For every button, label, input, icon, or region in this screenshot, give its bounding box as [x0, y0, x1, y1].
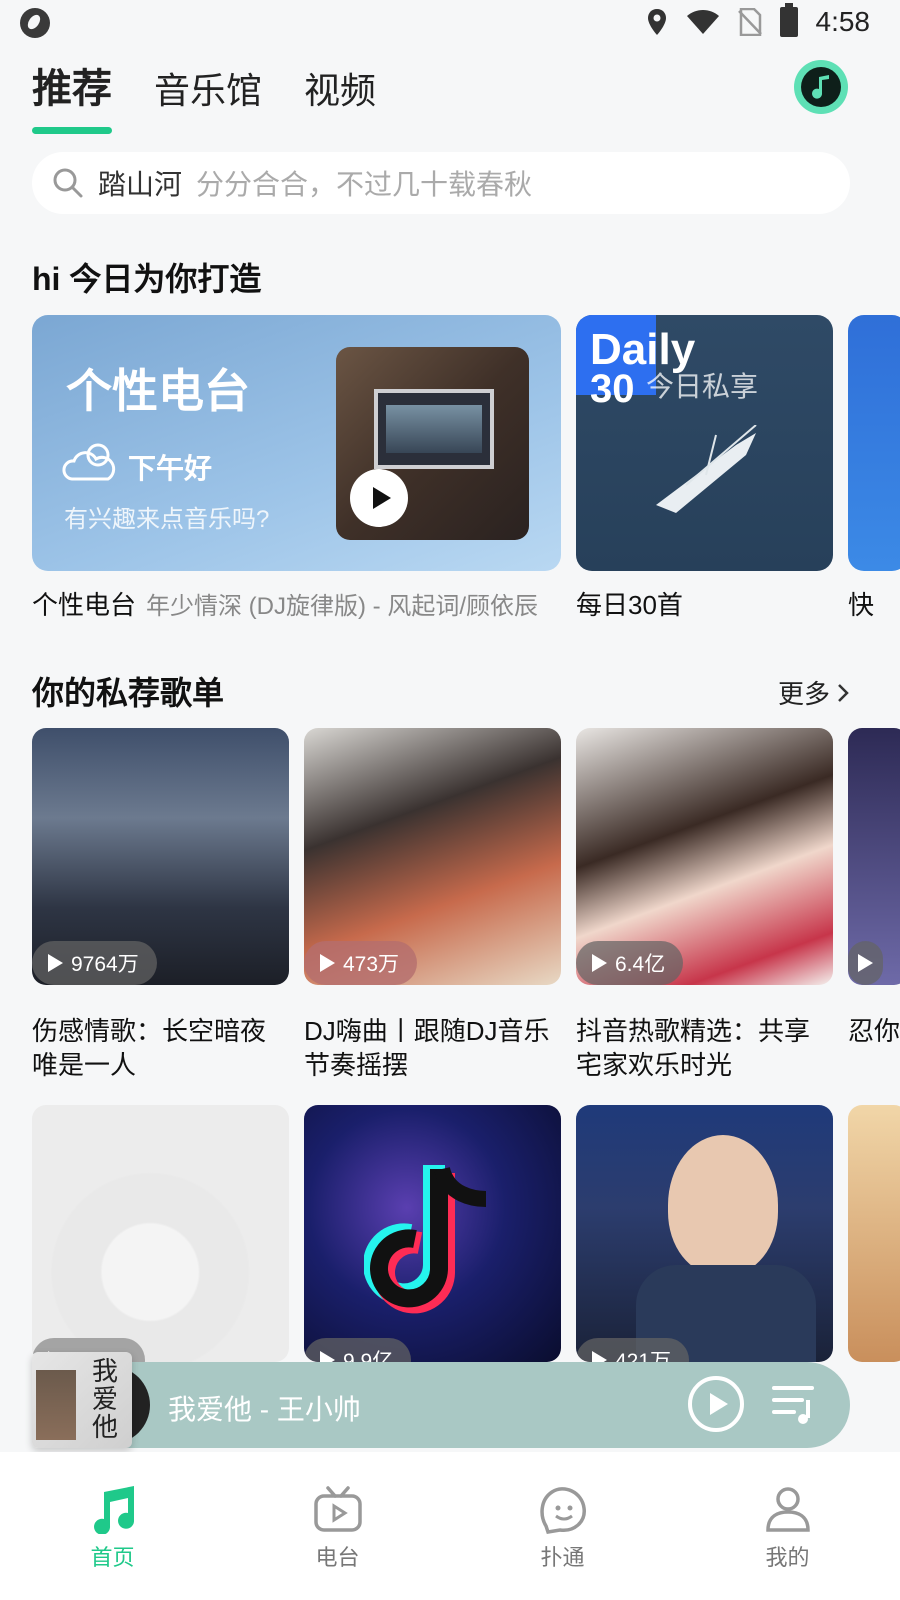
nav-item-mine[interactable]: 我的: [723, 1486, 853, 1572]
no-sim-icon: [737, 8, 762, 36]
cover-title-text: 我爱他: [92, 1357, 119, 1443]
now-playing-text: 我爱他 - 王小帅: [168, 1394, 361, 1425]
tab-video[interactable]: 视频: [304, 62, 376, 134]
playlist-cover-8[interactable]: [848, 1105, 900, 1362]
more-label: 更多: [777, 679, 830, 709]
nav-label: 首页: [90, 1545, 135, 1570]
playlist-title-2[interactable]: DJ嗨曲丨跟随DJ音乐节奏摇摆: [304, 1014, 561, 1082]
play-triangle-icon: [592, 954, 607, 972]
music-note-icon: [93, 1486, 134, 1534]
daily30-card[interactable]: Daily 30 今日私享: [576, 315, 833, 571]
playlist-cover-3[interactable]: 6.4亿: [576, 728, 833, 985]
status-time: 4:58: [815, 6, 871, 37]
playlist-cover-1[interactable]: 9764万: [32, 728, 289, 985]
playlist-cover-7[interactable]: 421万: [576, 1105, 833, 1362]
play-count-badge: 421万: [576, 1338, 690, 1362]
play-count-badge: 9.9亿: [304, 1338, 412, 1362]
playlist-title-1[interactable]: 伤感情歌：长空暗夜唯是一人: [32, 1014, 289, 1082]
radio-caption-sub: 年少情深 (DJ旋律版) - 风起词/顾依辰: [146, 593, 538, 620]
sailboat-image: [656, 425, 757, 513]
tab-music-hall[interactable]: 音乐馆: [154, 62, 262, 134]
search-hint: 分分合合，不过几十载春秋: [196, 169, 533, 200]
play-count-badge: 9764万: [32, 941, 157, 985]
tab-recommend[interactable]: 推荐: [32, 56, 112, 134]
play-count-badge: 473万: [304, 941, 418, 985]
playlist-title-4[interactable]: 忍你: [848, 1014, 900, 1082]
playlist-title-3[interactable]: 抖音热歌精选：共享宅家欢乐时光: [576, 1014, 833, 1082]
daily-badge-num: 30: [590, 367, 635, 411]
play-triangle-icon: [858, 954, 873, 972]
playlist-cover-4[interactable]: [848, 728, 900, 985]
radio-thumbnail: [336, 347, 529, 540]
daily-badge-cn: 今日私享: [646, 371, 759, 402]
search-icon: [53, 168, 83, 198]
playlist-cover-6[interactable]: 9.9亿: [304, 1105, 561, 1362]
play-count: 9764万: [71, 953, 139, 976]
play-count: 421万: [615, 1350, 672, 1362]
playlist-cover-5[interactable]: 165万: [32, 1105, 289, 1362]
nav-label: 扑通: [540, 1545, 585, 1570]
daily-caption: 每日30首: [576, 590, 683, 620]
personal-radio-card[interactable]: 个性电台 下午好 有兴趣来点音乐吗?: [32, 315, 561, 571]
radio-subtitle: 有兴趣来点音乐吗?: [64, 506, 270, 533]
radio-caption-title: 个性电台: [32, 590, 137, 620]
play-triangle-icon: [320, 1351, 335, 1362]
radio-caption: 个性电台 年少情深 (DJ旋律版) - 风起词/顾依辰: [32, 585, 538, 622]
play-triangle-icon: [592, 1351, 607, 1362]
radio-greeting: 下午好: [128, 453, 213, 484]
status-icons: 4:58: [646, 3, 871, 38]
music-recognition-button[interactable]: [794, 60, 848, 114]
search-keyword: 踏山河: [98, 169, 183, 200]
weather-cloud-icon: [62, 443, 116, 481]
cover-person: [36, 1370, 76, 1440]
chevron-right-icon: [838, 683, 849, 702]
wifi-icon: [686, 10, 719, 34]
app-notification-icon: [20, 8, 50, 38]
play-count-badge: 6.4亿: [576, 941, 684, 985]
playlist-cover-2[interactable]: 473万: [304, 728, 561, 985]
music-note-icon: [801, 67, 841, 107]
third-today-card[interactable]: [848, 315, 900, 571]
search-bar[interactable]: 踏山河 分分合合，不过几十载春秋: [32, 152, 850, 214]
mini-play-button[interactable]: [688, 1376, 744, 1432]
section-title-today: hi 今日为你打造: [32, 261, 262, 297]
more-link[interactable]: 更多: [778, 674, 850, 711]
status-bar: 4:58: [0, 0, 900, 48]
tv-radio-icon: [313, 1486, 362, 1532]
play-triangle-icon: [48, 954, 63, 972]
play-icon: [709, 1393, 728, 1415]
play-count-badge: [848, 941, 883, 985]
play-icon[interactable]: [350, 469, 408, 527]
battery-icon: [779, 3, 798, 37]
mini-player-cover[interactable]: 我爱他: [32, 1352, 132, 1448]
play-triangle-icon: [320, 954, 335, 972]
nav-label: 电台: [315, 1545, 360, 1570]
playlist-queue-icon[interactable]: [772, 1382, 818, 1426]
play-count: 9.9亿: [343, 1350, 394, 1362]
nav-item-home[interactable]: 首页: [48, 1486, 178, 1572]
laptop-image: [374, 389, 494, 469]
play-count: 6.4亿: [615, 953, 666, 976]
location-icon: [647, 9, 666, 35]
bottom-nav: 首页 电台 扑通 我的: [0, 1452, 900, 1600]
person-icon: [765, 1487, 810, 1532]
radio-card-title: 个性电台: [66, 365, 250, 417]
face-bubble-icon: [539, 1487, 586, 1534]
play-count: 473万: [343, 953, 400, 976]
singer-face: [668, 1135, 778, 1275]
third-caption: 快: [848, 590, 875, 620]
nav-item-radio[interactable]: 电台: [273, 1486, 403, 1572]
nav-item-putong[interactable]: 扑通: [498, 1486, 628, 1572]
tiktok-logo-icon: [364, 1165, 487, 1314]
section-title-playlists: 你的私荐歌单: [32, 675, 225, 711]
top-tabs: 推荐 音乐馆 视频: [32, 56, 376, 134]
nav-label: 我的: [765, 1545, 810, 1570]
